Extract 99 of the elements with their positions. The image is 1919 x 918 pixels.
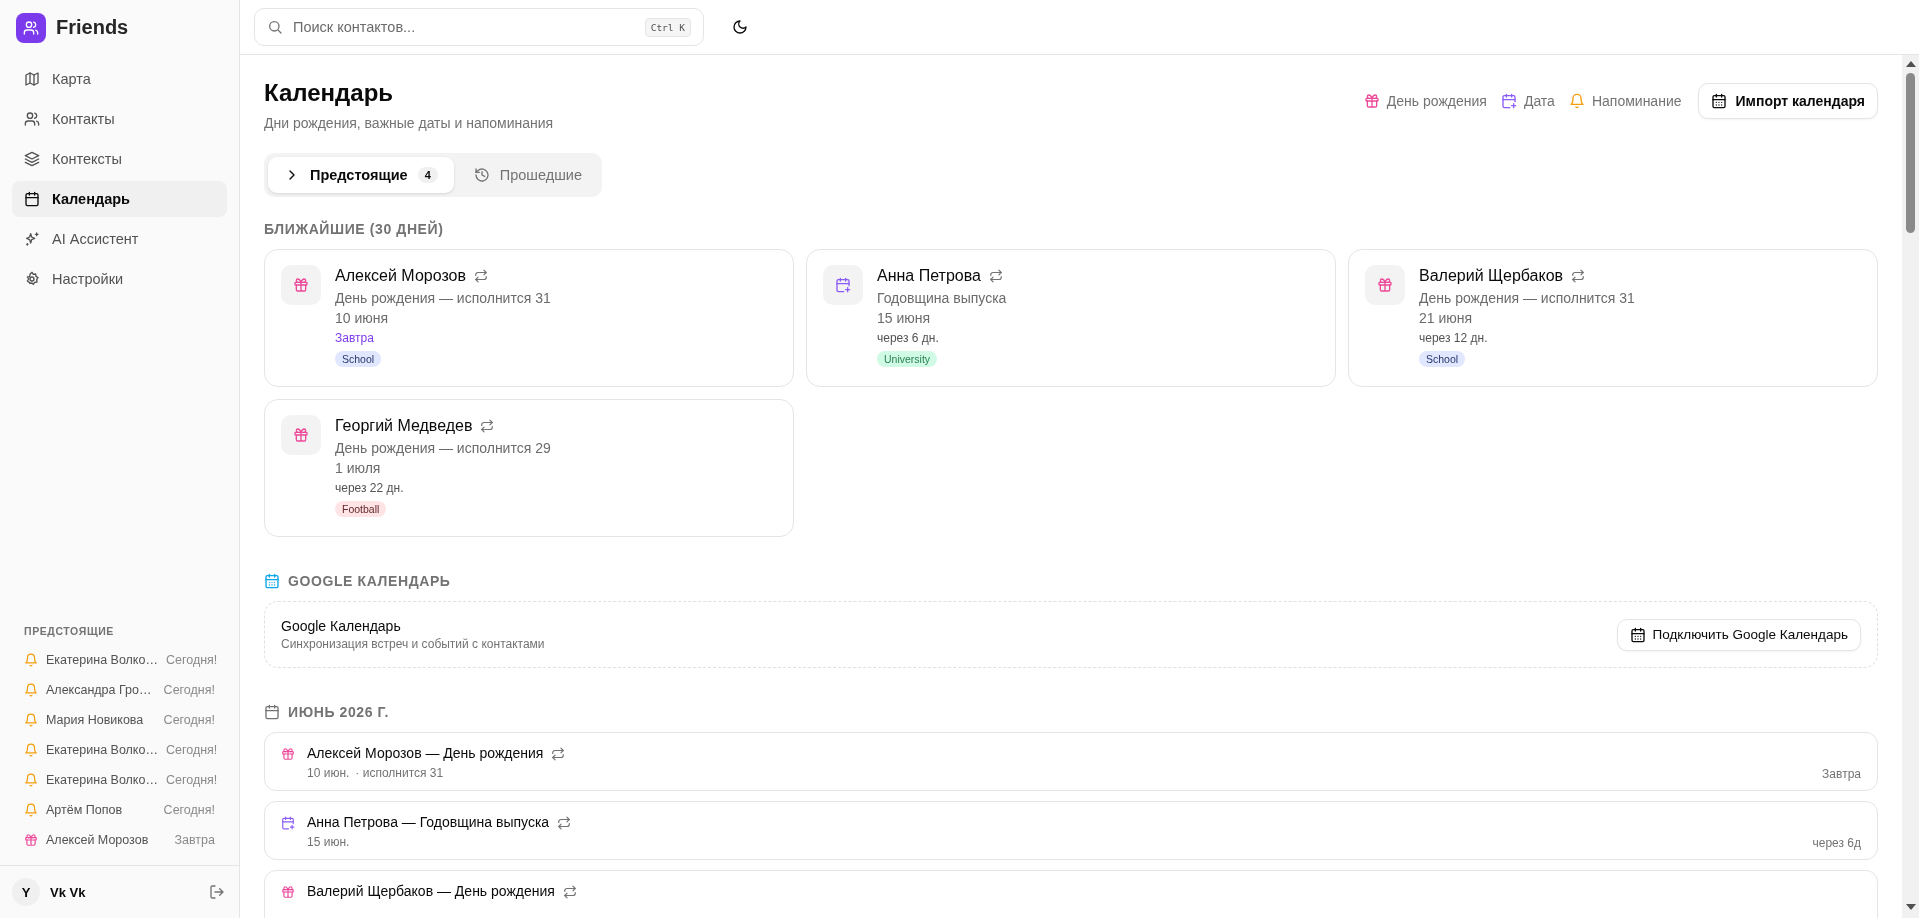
tag: University bbox=[877, 351, 938, 367]
gift-icon bbox=[24, 833, 38, 847]
avatar: Y bbox=[12, 878, 40, 906]
calendar-plus-icon bbox=[835, 277, 851, 293]
gift-icon bbox=[1363, 93, 1380, 109]
users-icon bbox=[24, 111, 40, 127]
event-row[interactable]: Алексей Морозов — День рождения 10 июн. · исполнится 31 Завтра bbox=[264, 732, 1878, 791]
gift-icon bbox=[1377, 277, 1393, 293]
upcoming-item[interactable]: Александра Гро… Сегодня! bbox=[12, 675, 227, 705]
settings-icon bbox=[24, 271, 40, 287]
tag: School bbox=[335, 351, 382, 367]
section-heading: ИЮНЬ 2026 Г. bbox=[288, 704, 389, 720]
tab[interactable]: Прошедшие bbox=[457, 157, 598, 193]
history-icon bbox=[473, 167, 490, 183]
gift-icon bbox=[293, 427, 309, 443]
logo-icon bbox=[16, 12, 46, 43]
panel-title: Google Календарь bbox=[281, 618, 402, 634]
bell-icon bbox=[24, 773, 38, 787]
page-title: Календарь bbox=[264, 79, 395, 107]
scrollbar[interactable] bbox=[1902, 55, 1919, 918]
calendar-icon bbox=[264, 573, 280, 589]
nav-item[interactable]: Карта bbox=[12, 61, 227, 97]
event-description: День рождения — исполнится 31 bbox=[335, 289, 551, 308]
page-subtitle: Дни рождения, важные даты и напоминания bbox=[264, 115, 554, 131]
event-row[interactable]: Валерий Щербаков — День рождения bbox=[264, 870, 1878, 918]
upcoming-item[interactable]: Екатерина Волко… Сегодня! bbox=[12, 645, 227, 675]
event-date: 1 июля bbox=[335, 459, 381, 478]
search-box[interactable]: Поиск контактов... Ctrl K bbox=[254, 8, 704, 46]
search-field[interactable]: Поиск контактов... bbox=[291, 18, 637, 36]
days-until: через 6д bbox=[1812, 836, 1861, 850]
connect-button[interactable]: Подключить Google Календарь bbox=[1617, 618, 1861, 651]
upcoming-item[interactable]: Екатерина Волко… Сегодня! bbox=[12, 735, 227, 765]
event-date: 15 июн. bbox=[307, 835, 350, 849]
moon-icon bbox=[732, 19, 748, 35]
tab[interactable]: Предстоящие 4 bbox=[268, 157, 454, 193]
map-icon bbox=[24, 71, 40, 87]
gift-icon bbox=[281, 885, 295, 899]
days-until: через 6 дн. bbox=[877, 331, 939, 345]
nav-item[interactable]: Настройки bbox=[12, 261, 227, 297]
days-until: Завтра bbox=[1822, 767, 1861, 781]
event-title: Анна Петрова — Годовщина выпуска bbox=[307, 814, 550, 830]
contact-name: Георгий Медведев bbox=[335, 417, 473, 435]
gift-icon bbox=[281, 747, 295, 761]
panel-description: Синхронизация встреч и событий с контактами bbox=[281, 637, 545, 651]
upcoming-item[interactable]: Екатерина Волко… Сегодня! bbox=[12, 765, 227, 795]
nav-item[interactable]: AI Ассистент bbox=[12, 221, 227, 257]
bell-icon bbox=[24, 683, 38, 697]
import-button[interactable]: Импорт календаря bbox=[1697, 83, 1878, 119]
section-heading: БЛИЖАЙШИЕ (30 ДНЕЙ) bbox=[264, 221, 445, 237]
contact-name: Алексей Морозов bbox=[335, 267, 466, 285]
nav-item[interactable]: Календарь bbox=[12, 181, 227, 217]
calendar-icon bbox=[1630, 626, 1647, 643]
bell-icon bbox=[24, 653, 38, 667]
count-badge: 4 bbox=[417, 167, 438, 183]
tag: Football bbox=[335, 501, 387, 517]
upcoming-item[interactable]: Мария Новикова Сегодня! bbox=[12, 705, 227, 735]
calendar-icon bbox=[264, 704, 280, 720]
section-heading: ПРЕДСТОЯЩИЕ bbox=[23, 625, 115, 639]
legend-label: День рождения bbox=[1386, 93, 1487, 109]
contact-name: Валерий Щербаков bbox=[1419, 267, 1564, 285]
event-title: Алексей Морозов — День рождения bbox=[307, 745, 544, 761]
days-until: Завтра bbox=[335, 331, 374, 345]
event-date: 15 июня bbox=[877, 309, 931, 328]
calendar-icon bbox=[24, 191, 40, 207]
bell-icon bbox=[24, 743, 38, 757]
calendar-icon bbox=[1710, 93, 1727, 109]
app-name: Friends bbox=[56, 16, 129, 39]
user-name: Vk Vk bbox=[50, 884, 87, 900]
calendar-plus-icon bbox=[1500, 93, 1517, 109]
event-description: День рождения — исполнится 31 bbox=[1419, 289, 1635, 308]
days-until: через 12 дн. bbox=[1419, 331, 1488, 345]
event-description: Годовщина выпуска bbox=[877, 289, 1007, 308]
nav-item[interactable]: Контакты bbox=[12, 101, 227, 137]
sparkles-icon bbox=[24, 231, 40, 247]
contact-name: Анна Петрова bbox=[877, 267, 981, 285]
legend-label: Напоминание bbox=[1591, 93, 1682, 109]
section-heading: GOOGLE КАЛЕНДАРЬ bbox=[288, 573, 451, 589]
bell-icon bbox=[24, 713, 38, 727]
logout-icon bbox=[209, 884, 225, 900]
upcoming-item[interactable]: Артём Попов Сегодня! bbox=[12, 795, 227, 825]
event-date: 10 июн. bbox=[307, 766, 350, 780]
event-date: 21 июня bbox=[1419, 309, 1473, 328]
event-date: 10 июня bbox=[335, 309, 389, 328]
nav-item[interactable]: Контексты bbox=[12, 141, 227, 177]
event-description: День рождения — исполнится 29 bbox=[335, 439, 551, 458]
shortcut-badge: Ctrl K bbox=[644, 17, 691, 37]
calendar-plus-icon bbox=[281, 816, 295, 830]
tag: School bbox=[1419, 351, 1466, 367]
bell-icon bbox=[1568, 93, 1585, 109]
event-title: Валерий Щербаков — День рождения bbox=[307, 883, 555, 899]
event-row[interactable]: Анна Петрова — Годовщина выпуска 15 июн. через 6д bbox=[264, 801, 1878, 860]
layers-icon bbox=[24, 151, 40, 167]
bell-icon bbox=[24, 803, 38, 817]
gift-icon bbox=[293, 277, 309, 293]
legend-label: Дата bbox=[1523, 93, 1555, 109]
event-note: · исполнится 31 bbox=[355, 766, 444, 780]
upcoming-item[interactable]: Алексей Морозов Завтра bbox=[12, 825, 227, 855]
days-until: через 22 дн. bbox=[335, 481, 404, 495]
search-icon bbox=[267, 19, 283, 35]
